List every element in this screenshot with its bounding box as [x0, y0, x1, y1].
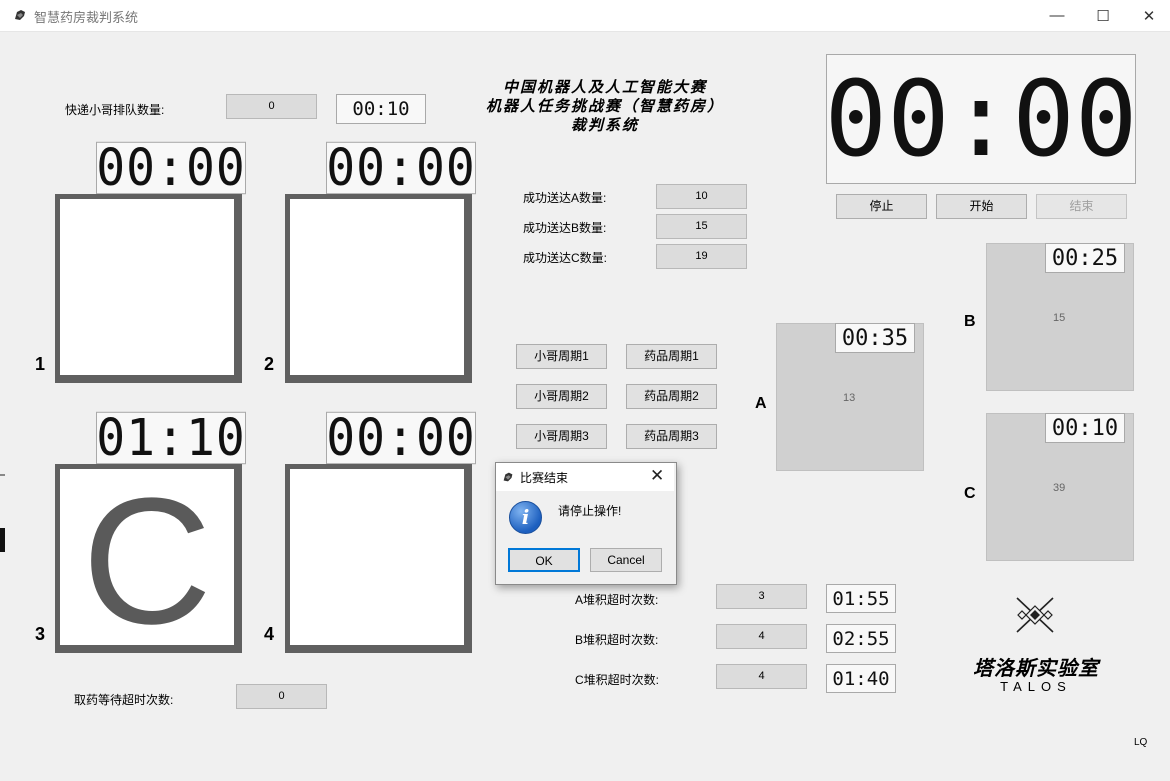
edge-mark [0, 474, 5, 476]
zone-b-timer: 00:25 [1045, 243, 1125, 273]
zone-c-value: 39 [1053, 482, 1066, 494]
stack-timeout-b-value: 4 [716, 624, 807, 649]
stack-timeout-a-label: A堆积超时次数: [575, 593, 659, 607]
contest-title-line: 机器人任务挑战赛（智慧药房） [485, 97, 724, 115]
delivered-b-value: 15 [656, 214, 747, 239]
window-title: 智慧药房裁判系统 [34, 10, 139, 25]
lab-logo-icon [1016, 597, 1054, 633]
lab-english-name: TALOS [1000, 679, 1072, 694]
bin-letter: C [82, 464, 212, 653]
minimize-button[interactable]: — [1034, 0, 1080, 31]
drug-cycle-1-button[interactable]: 药品周期1 [626, 344, 717, 369]
stop-button[interactable]: 停止 [836, 194, 927, 219]
delivered-c-value: 19 [656, 244, 747, 269]
delivered-b-label: 成功送达B数量: [523, 221, 607, 235]
stack-timeout-b-timer: 02:55 [826, 624, 896, 653]
bin-1 [55, 194, 242, 383]
footer-tag: LQ [1134, 737, 1148, 748]
lab-name: 塔洛斯实验室 [973, 658, 1099, 680]
bin-2 [285, 194, 472, 383]
queue-timer: 00:10 [336, 94, 426, 124]
cancel-button[interactable]: Cancel [590, 548, 662, 572]
title-bar [0, 0, 1170, 32]
pickup-wait-label: 取药等待超时次数: [74, 693, 174, 707]
stack-timeout-b-label: B堆积超时次数: [575, 633, 659, 647]
dialog-message: 请停止操作! [558, 504, 622, 518]
game-over-dialog: 比赛结束 ✕ i 请停止操作! OK Cancel [495, 462, 677, 585]
zone-a-label: A [755, 395, 767, 412]
stack-timeout-c-label: C堆积超时次数: [575, 673, 660, 687]
delivered-a-value: 10 [656, 184, 747, 209]
bin-number: 1 [35, 354, 46, 374]
close-button[interactable]: ✕ [1126, 0, 1170, 31]
bin-timer: 00:00 [326, 411, 476, 465]
end-button[interactable]: 结束 [1036, 194, 1127, 219]
info-icon: i [509, 501, 542, 534]
stack-timeout-c-value: 4 [716, 664, 807, 689]
contest-title: 中国机器人及人工智能大赛 机器人任务挑战赛（智慧药房） 裁判系统 [455, 78, 755, 135]
queue-count: 0 [226, 94, 317, 119]
ok-button[interactable]: OK [508, 548, 580, 572]
main-timer: 00:00 [826, 54, 1136, 184]
delivered-c-label: 成功送达C数量: [523, 251, 608, 265]
contest-title-line: 中国机器人及人工智能大赛 [502, 78, 707, 96]
bin-number: 2 [264, 354, 275, 374]
pickup-wait-value: 0 [236, 684, 327, 709]
zone-a-value: 13 [843, 392, 856, 404]
edge-mark [0, 528, 5, 552]
bin-number: 3 [35, 624, 46, 644]
bin-number: 4 [264, 624, 275, 644]
courier-cycle-2-button[interactable]: 小哥周期2 [516, 384, 607, 409]
bin-4 [285, 464, 472, 653]
bin-3: C [55, 464, 242, 653]
courier-cycle-1-button[interactable]: 小哥周期1 [516, 344, 607, 369]
app-icon [15, 10, 25, 20]
app-icon [503, 472, 513, 482]
stack-timeout-a-value: 3 [716, 584, 807, 609]
zone-b-label: B [964, 313, 976, 330]
maximize-button[interactable]: ☐ [1080, 0, 1126, 31]
bin-timer: 00:00 [96, 141, 246, 195]
zone-b-value: 15 [1053, 312, 1066, 324]
bin-timer: 01:10 [96, 411, 246, 465]
bin-timer: 00:00 [326, 141, 476, 195]
start-button[interactable]: 开始 [936, 194, 1027, 219]
zone-a-timer: 00:35 [835, 323, 915, 353]
drug-cycle-3-button[interactable]: 药品周期3 [626, 424, 717, 449]
delivered-a-label: 成功送达A数量: [523, 191, 607, 205]
drug-cycle-2-button[interactable]: 药品周期2 [626, 384, 717, 409]
stack-timeout-a-timer: 01:55 [826, 584, 896, 613]
stack-timeout-c-timer: 01:40 [826, 664, 896, 693]
courier-cycle-3-button[interactable]: 小哥周期3 [516, 424, 607, 449]
contest-title-line: 裁判系统 [570, 116, 639, 134]
dialog-close-button[interactable]: ✕ [650, 466, 664, 486]
queue-label: 快递小哥排队数量: [65, 103, 165, 117]
zone-c-label: C [964, 485, 976, 502]
dialog-title: 比赛结束 [520, 471, 569, 485]
zone-c-timer: 00:10 [1045, 413, 1125, 443]
